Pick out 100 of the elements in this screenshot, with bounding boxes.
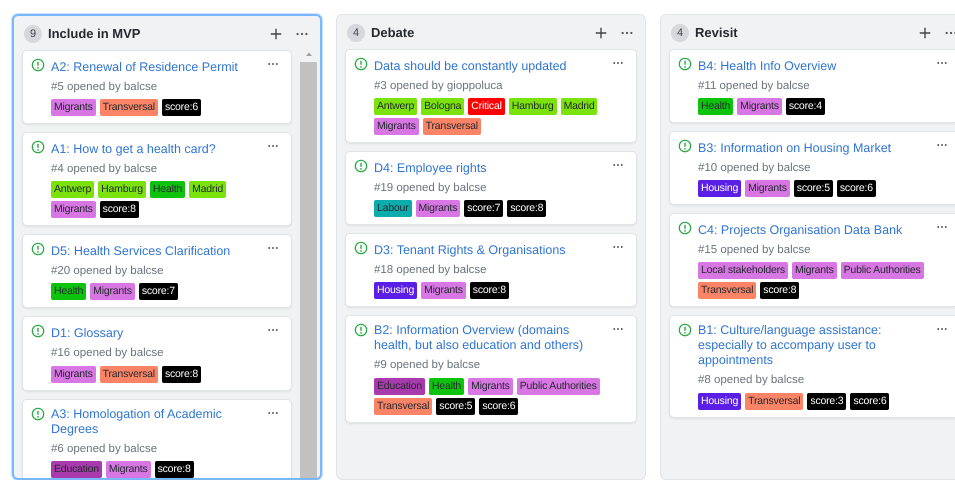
issue-meta: #5 opened by balcse	[51, 80, 158, 94]
issue-label[interactable]: score:5	[794, 180, 833, 197]
issue-link[interactable]: A3: Homologation of Academic Degrees	[51, 406, 257, 436]
issue-link[interactable]: D5: Health Services Clarification	[51, 244, 230, 259]
issue-link[interactable]: B3: Information on Housing Market	[698, 140, 892, 156]
issue-label[interactable]: score:8	[100, 201, 139, 218]
issue-label[interactable]: Antwerp	[374, 98, 418, 115]
issue-label[interactable]: score:6	[479, 398, 518, 414]
issue-label[interactable]: Public Authorities	[840, 262, 924, 280]
issue-label[interactable]: Critical	[468, 98, 505, 115]
issue-label[interactable]: Migrants	[745, 180, 790, 197]
issue-link[interactable]: B4: Health Info Overview	[698, 58, 836, 74]
issue-link[interactable]: D3: Tenant Rights & Organisations	[374, 243, 566, 258]
issue-label[interactable]: score:8	[470, 282, 509, 300]
issue-label[interactable]: score:3	[807, 392, 846, 410]
open-issue-icon	[354, 158, 368, 173]
open-issue-icon	[678, 138, 692, 153]
open-issue-icon	[354, 323, 368, 338]
issue-card[interactable]: B1: Culture/language assistance: especially to accompany user to appointments #8 opened by balcse Housing Transversal score:3 score:6	[669, 315, 955, 418]
issue-link[interactable]: B1: Culture/language assistance: especially to accompany user to appointments	[698, 323, 926, 368]
open-issue-icon	[678, 56, 692, 70]
issue-label[interactable]: Migrants	[90, 283, 135, 300]
issue-link[interactable]: B2: Information Overview (domains health, but also education and others)	[374, 323, 602, 354]
issue-label[interactable]: Transversal	[374, 398, 432, 414]
issue-label[interactable]: Migrants	[106, 460, 151, 478]
issue-card[interactable]: A1: How to get a health card? #4 opened by balcse Antwerp Hamburg Health Madrid Migrants score:8	[22, 132, 292, 226]
add-icon[interactable]	[918, 26, 932, 40]
issue-card[interactable]: D5: Health Services Clarification #20 opened by balcse Health Migrants score:7	[22, 234, 292, 308]
issue-link[interactable]: C4: Projects Organisation Data Bank	[698, 223, 902, 238]
issue-meta: #11 opened by balcse	[698, 78, 810, 94]
issue-card[interactable]: D1: Glossary #16 opened by balcse Migrants Transversal score:8	[22, 316, 292, 390]
issue-label[interactable]: Migrants	[374, 118, 419, 135]
issue-label[interactable]: score:6	[836, 180, 876, 197]
add-icon[interactable]	[269, 26, 283, 41]
issue-link[interactable]: A1: How to get a health card?	[51, 142, 216, 157]
column-title: Debate	[371, 24, 416, 42]
issue-label[interactable]: Antwerp	[51, 181, 94, 198]
issue-label[interactable]: Hamburg	[98, 181, 146, 198]
issue-label[interactable]: Migrants	[421, 282, 466, 300]
open-issue-icon	[31, 242, 45, 256]
issue-link[interactable]: D1: Glossary	[51, 326, 124, 342]
issue-label[interactable]: Housing	[698, 180, 742, 197]
issue-label[interactable]: Migrants	[737, 98, 782, 115]
open-issue-icon	[31, 406, 45, 420]
issue-card[interactable]: Data should be constantly updated #3 opened by gioppoluca Antwerp Bologna Critical Hamburg Madrid Migrants Transversal	[345, 48, 637, 143]
issue-meta: #19 opened by balcse	[374, 180, 487, 196]
issue-label[interactable]: Health	[150, 181, 186, 198]
issue-meta: #8 opened by balcse	[698, 373, 804, 388]
issue-card[interactable]: C4: Projects Organisation Data Bank #15 opened by balcse Local stakeholders Migrants Public Authorities Transversal score:8	[669, 213, 955, 308]
issue-label[interactable]: score:8	[154, 460, 194, 478]
open-issue-icon	[678, 323, 692, 338]
issue-card[interactable]: B2: Information Overview (domains health, but also education and others) #9 opened by balcse Education Health Migrants Public Authorities Transversal score:5 score:6	[345, 315, 637, 422]
issue-label[interactable]: score:8	[507, 200, 546, 217]
issue-label[interactable]: Migrants	[416, 200, 460, 217]
issue-label[interactable]: Housing	[374, 282, 418, 300]
issue-label[interactable]: Bologna	[421, 98, 464, 115]
issue-label[interactable]: Health	[428, 378, 464, 394]
issue-label[interactable]: score:4	[786, 98, 825, 115]
issue-label[interactable]: Local stakeholders	[698, 262, 788, 280]
issue-link[interactable]: A2: Renewal of Residence Permit	[51, 60, 238, 74]
open-issue-icon	[31, 58, 45, 72]
issue-link[interactable]: D4: Employee rights	[374, 160, 487, 176]
issue-label[interactable]: Madrid	[189, 181, 226, 198]
add-icon[interactable]	[594, 26, 608, 40]
issue-label[interactable]: Transversal	[745, 392, 804, 410]
issue-card[interactable]: B3: Information on Housing Market #10 opened by balcse Housing Migrants score:5 score:6	[669, 130, 955, 205]
open-issue-icon	[354, 241, 368, 255]
issue-meta: #15 opened by balcse	[698, 243, 811, 258]
issue-label[interactable]: score:6	[850, 392, 890, 410]
issue-card[interactable]: A3: Homologation of Academic Degrees #6 opened by balcse Education Migrants score:8	[22, 398, 292, 478]
issue-label[interactable]: Migrants	[51, 201, 96, 218]
issue-label[interactable]: score:8	[162, 366, 201, 382]
issue-label[interactable]: score:7	[464, 200, 504, 217]
issue-label[interactable]: Hamburg	[508, 98, 557, 115]
open-issue-icon	[31, 324, 45, 338]
issue-card[interactable]: B4: Health Info Overview #11 opened by balcse Health Migrants score:4	[669, 48, 955, 123]
card-count: 4	[347, 24, 365, 42]
issue-label[interactable]: Labour	[374, 200, 412, 217]
issue-label[interactable]: Migrants	[792, 262, 837, 280]
issue-label[interactable]: Madrid	[560, 98, 598, 115]
issue-label[interactable]: Transversal	[100, 366, 158, 382]
issue-meta: #6 opened by balcse	[51, 442, 158, 456]
issue-label[interactable]: score:8	[760, 282, 800, 300]
issue-label[interactable]: Transversal	[100, 98, 158, 116]
issue-card[interactable]: A2: Renewal of Residence Permit #5 opened by balcse Migrants Transversal score:6	[22, 50, 292, 124]
issue-label[interactable]: Health	[51, 283, 86, 300]
issue-label[interactable]: Transversal	[422, 118, 481, 135]
issue-label[interactable]: Migrants	[468, 378, 513, 394]
issue-label[interactable]: Health	[698, 98, 734, 115]
issue-label[interactable]: Transversal	[698, 282, 756, 300]
issue-label[interactable]: Migrants	[51, 366, 96, 382]
issue-label[interactable]: Public Authorities	[516, 378, 600, 394]
issue-label[interactable]: Migrants	[51, 98, 96, 116]
issue-link[interactable]: Data should be constantly updated	[374, 58, 566, 74]
issue-label[interactable]: Housing	[698, 392, 742, 410]
issue-label[interactable]: score:6	[162, 98, 201, 116]
issue-card[interactable]: D4: Employee rights #19 opened by balcse Labour Migrants score:7 score:8	[345, 150, 637, 225]
issue-card[interactable]: D3: Tenant Rights & Organisations #18 opened by balcse Housing Migrants score:8	[345, 233, 637, 308]
issue-label[interactable]: score:5	[436, 398, 476, 414]
issue-label[interactable]: score:7	[138, 283, 178, 300]
